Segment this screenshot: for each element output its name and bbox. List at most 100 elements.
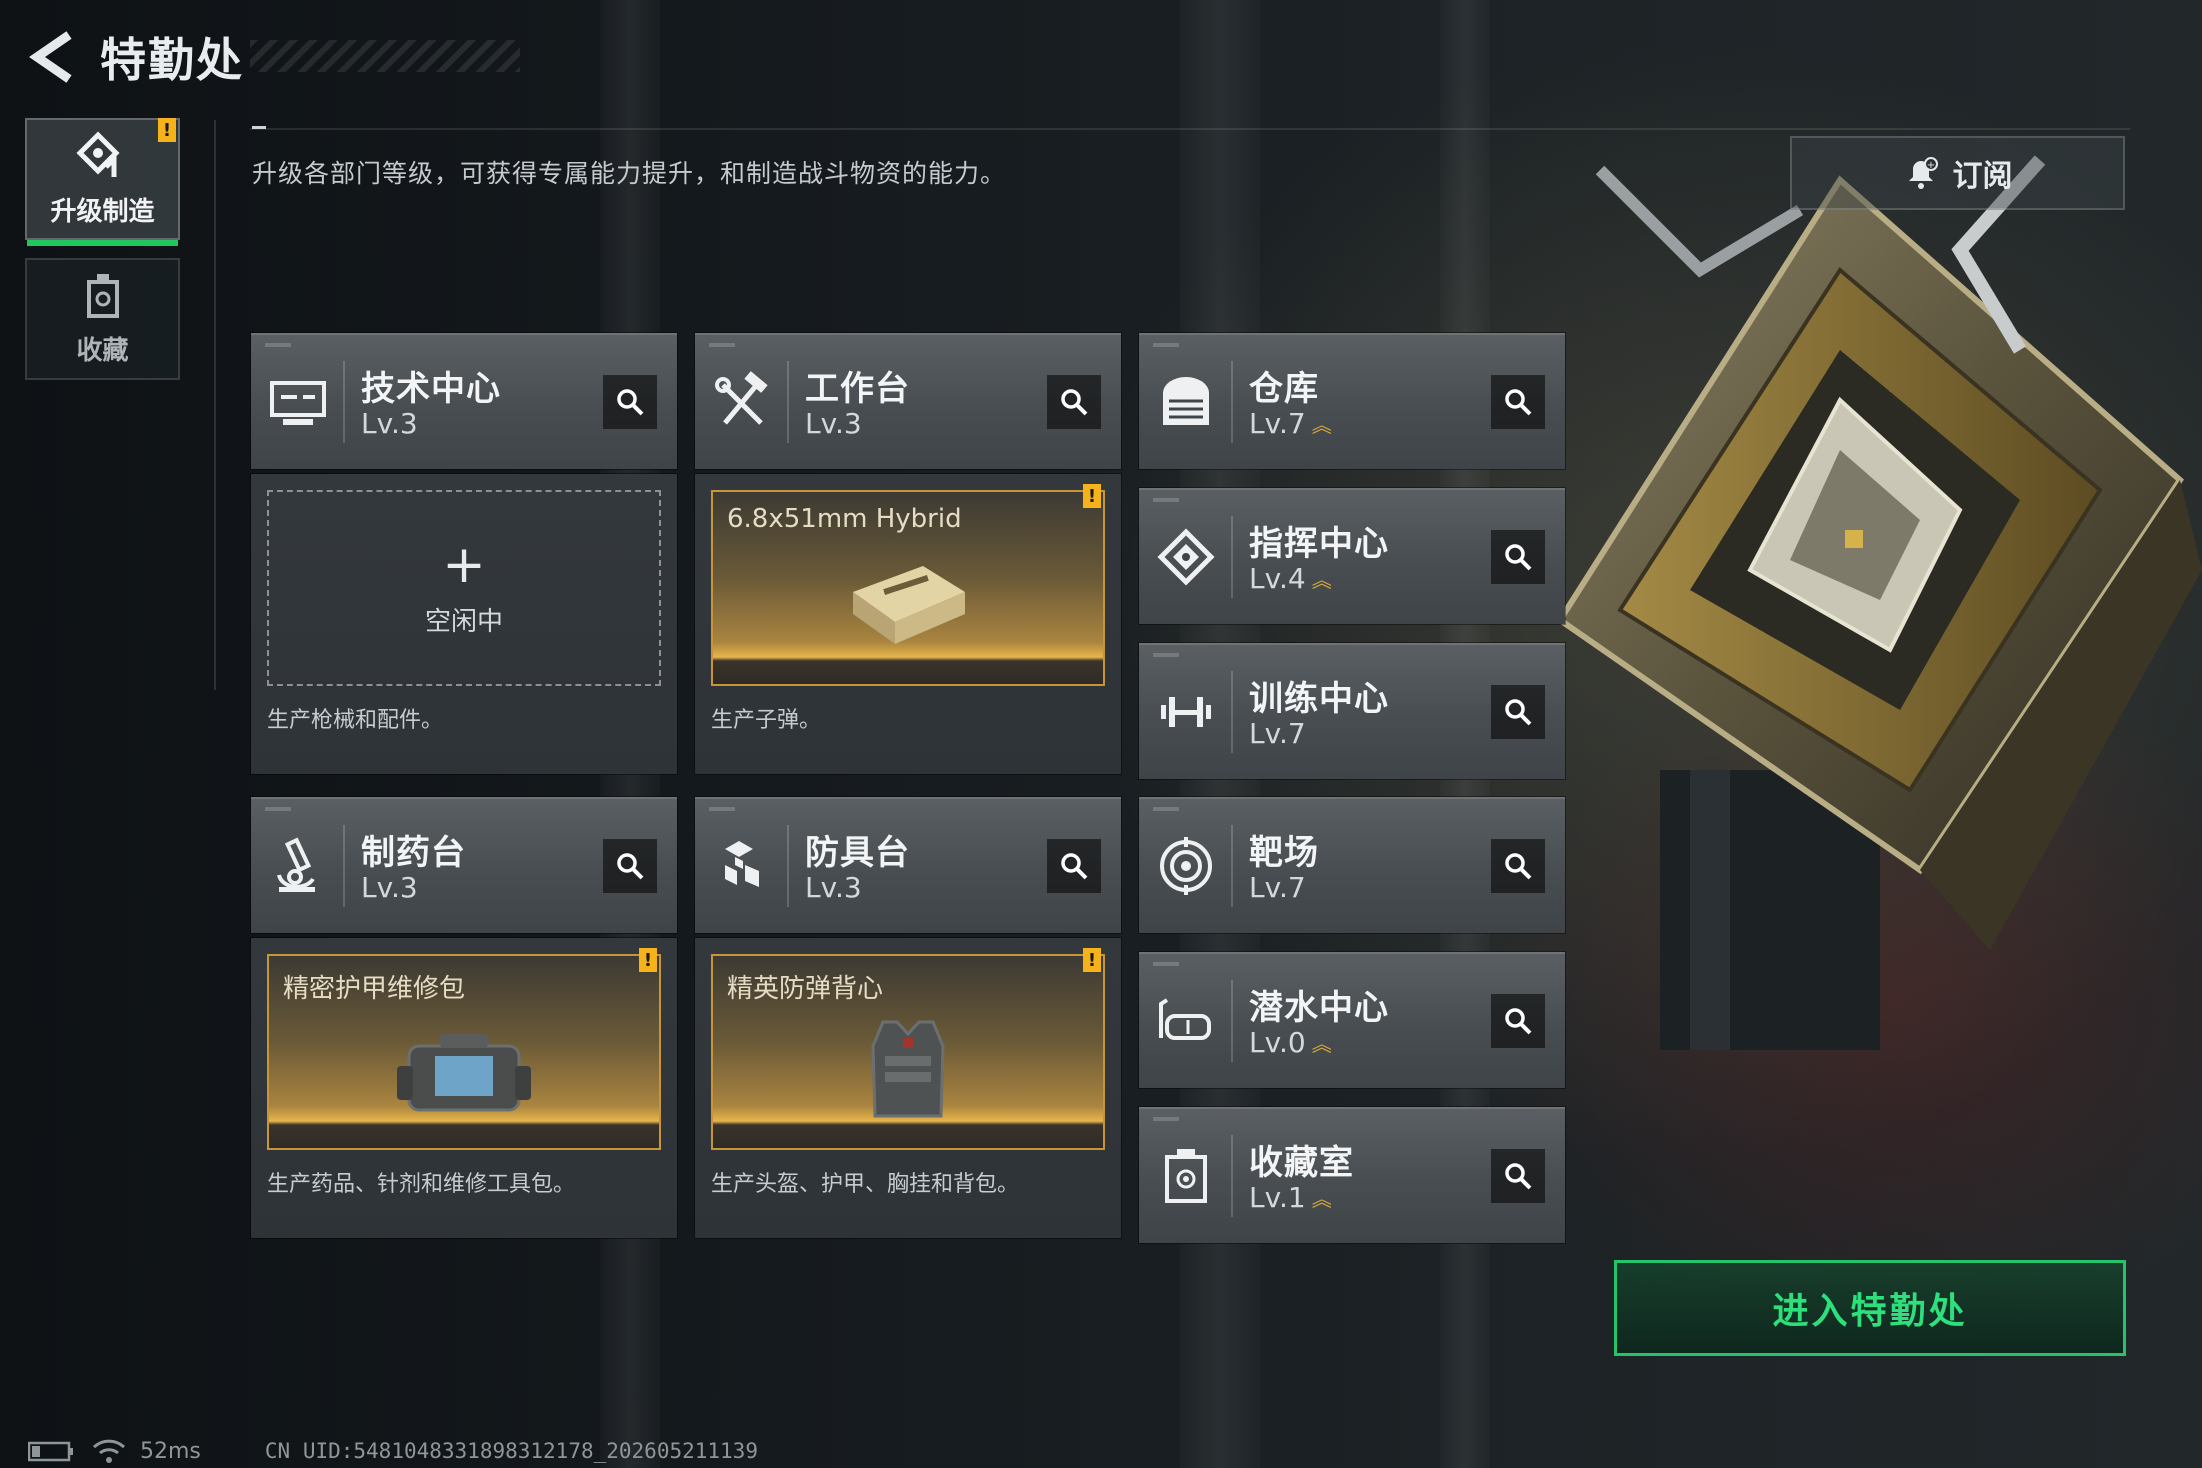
search-icon [1505,853,1532,880]
inspect-button[interactable] [603,375,657,429]
inspect-button[interactable] [1047,375,1101,429]
page-title: 特勤处 [100,33,244,87]
back-button[interactable] [24,27,80,87]
enter-special-ops-button[interactable]: 进入特勤处 [1614,1260,2126,1356]
upgrade-available-icon: ︽ [1311,568,1332,592]
facility-command-center[interactable]: 指挥中心 Lv.4 ︽ [1139,488,1565,624]
battery-icon [28,1441,73,1462]
facility-collection-room[interactable]: 收藏室 Lv.1 ︽ [1139,1107,1565,1243]
facility-shooting-range[interactable]: 靶场 Lv.7 [1139,797,1565,933]
facility-workbench[interactable]: 工作台 Lv.3 [695,333,1121,469]
subscribe-label: 订阅 [1952,159,2013,194]
search-icon [617,389,644,416]
inspect-button[interactable] [1047,839,1101,893]
facility-name: 训练中心 [1249,679,1389,719]
facility-level: Lv.7 [1249,871,1306,904]
inspect-button[interactable] [1491,685,1545,739]
wifi-icon [92,1439,126,1463]
inspect-button[interactable] [1491,375,1545,429]
target-icon [1160,837,1212,895]
facility-name: 工作台 [805,369,910,409]
facility-name: 指挥中心 [1249,524,1389,564]
item-name: 精英防弹背心 [727,974,884,1004]
production-panel-workbench: 6.8x51mm Hybrid ! 生产子弹。 [695,474,1121,774]
production-panel-pharmacy: 精密护甲维修包 ! 生产药品、针剂和维修工具包。 [251,938,677,1238]
item-name: 6.8x51mm Hybrid [727,504,962,534]
upgrade-icon [75,130,120,177]
search-icon [1061,853,1088,880]
user-id: CN UID:5481048331898312178_202605211139 [264,1439,758,1463]
tab-collection[interactable]: 收藏 [25,258,180,380]
search-icon [617,853,644,880]
facility-armor-bench[interactable]: 防具台 Lv.3 [695,797,1121,933]
inspect-button[interactable] [1491,839,1545,893]
tab-upgrade-craft[interactable]: 升级制造 [25,118,180,246]
production-slot-active[interactable]: 精英防弹背心 [711,954,1105,1150]
facility-tech-center[interactable]: 技术中心 Lv.3 [251,333,677,469]
back-arrow-icon [29,31,72,83]
svg-text:+: + [1926,160,1934,171]
vest-image [871,1020,945,1118]
status-bar: 52ms CN UID:5481048331898312178_20260521… [28,1438,758,1464]
active-tab-indicator [27,240,178,246]
facility-name: 仓库 [1249,369,1319,409]
facility-pharmacy[interactable]: 制药台 Lv.3 [251,797,677,933]
alert-badge: ! [639,948,657,972]
divider-mark [252,126,266,129]
subscribe-button[interactable]: + 订阅 [1790,136,2125,210]
add-icon: + [442,534,486,595]
diving-mask-icon [1159,998,1211,1040]
facility-warehouse[interactable]: 仓库 Lv.7 ︽ [1139,333,1565,469]
dumbbell-icon [1161,697,1211,727]
bell-icon: + [1908,157,1938,189]
ping-readout: 52ms [140,1438,201,1464]
facility-level: Lv.7 [1249,717,1306,750]
alert-badge: ! [1083,948,1101,972]
upgrade-available-icon: ︽ [1311,413,1332,437]
alert-badge: ! [1083,484,1101,508]
tab-upgrade-craft-label: 升级制造 [50,196,155,227]
inspect-button[interactable] [1491,994,1545,1048]
production-slot-active[interactable]: 精密护甲维修包 [267,954,661,1150]
search-icon [1505,389,1532,416]
facility-level: Lv.3 [361,407,418,440]
tab-collection-label: 收藏 [76,335,129,366]
facility-name: 技术中心 [361,369,501,409]
production-slot-empty[interactable]: + 空闲中 [267,490,661,686]
production-description: 生产头盔、护甲、胸挂和背包。 [711,1172,1020,1197]
search-icon [1505,544,1532,571]
search-icon [1061,389,1088,416]
facility-level: Lv.1 ︽ [1249,1181,1332,1214]
production-slot-active[interactable]: 6.8x51mm Hybrid [711,490,1105,686]
item-name: 精密护甲维修包 [283,974,466,1004]
armor-parts-icon [725,841,759,887]
repair-kit-image [397,1034,531,1112]
collection-icon [1165,1149,1207,1203]
nav-divider [214,120,216,690]
search-icon [1505,1008,1532,1035]
facility-level: Lv.3 [361,871,418,904]
title-decoration [250,40,520,72]
upgrade-available-icon: ︽ [1311,1032,1332,1056]
facility-level: Lv.4 ︽ [1249,562,1332,595]
facility-name: 制药台 [361,833,466,873]
facility-training-center[interactable]: 训练中心 Lv.7 [1139,643,1565,779]
search-icon [1505,699,1532,726]
production-panel-tech-center: + 空闲中 生产枪械和配件。 [251,474,677,774]
alert-badge: ! [158,118,176,142]
inspect-button[interactable] [603,839,657,893]
production-description: 生产子弹。 [711,708,822,733]
enter-special-ops-label: 进入特勤处 [1772,1291,1968,1332]
inspect-button[interactable] [1491,530,1545,584]
collection-icon [86,273,119,318]
production-description: 生产枪械和配件。 [267,708,444,733]
hammer-wrench-icon [715,371,768,425]
facility-diving-center[interactable]: 潜水中心 Lv.0 ︽ [1139,952,1565,1088]
header: 特勤处 [24,22,244,92]
microscope-icon [277,837,315,892]
slot-status: 空闲中 [424,606,503,637]
inspect-button[interactable] [1491,1149,1545,1203]
command-chip-icon [1157,528,1215,586]
monitor-icon [270,381,326,425]
facility-name: 收藏室 [1249,1143,1354,1183]
